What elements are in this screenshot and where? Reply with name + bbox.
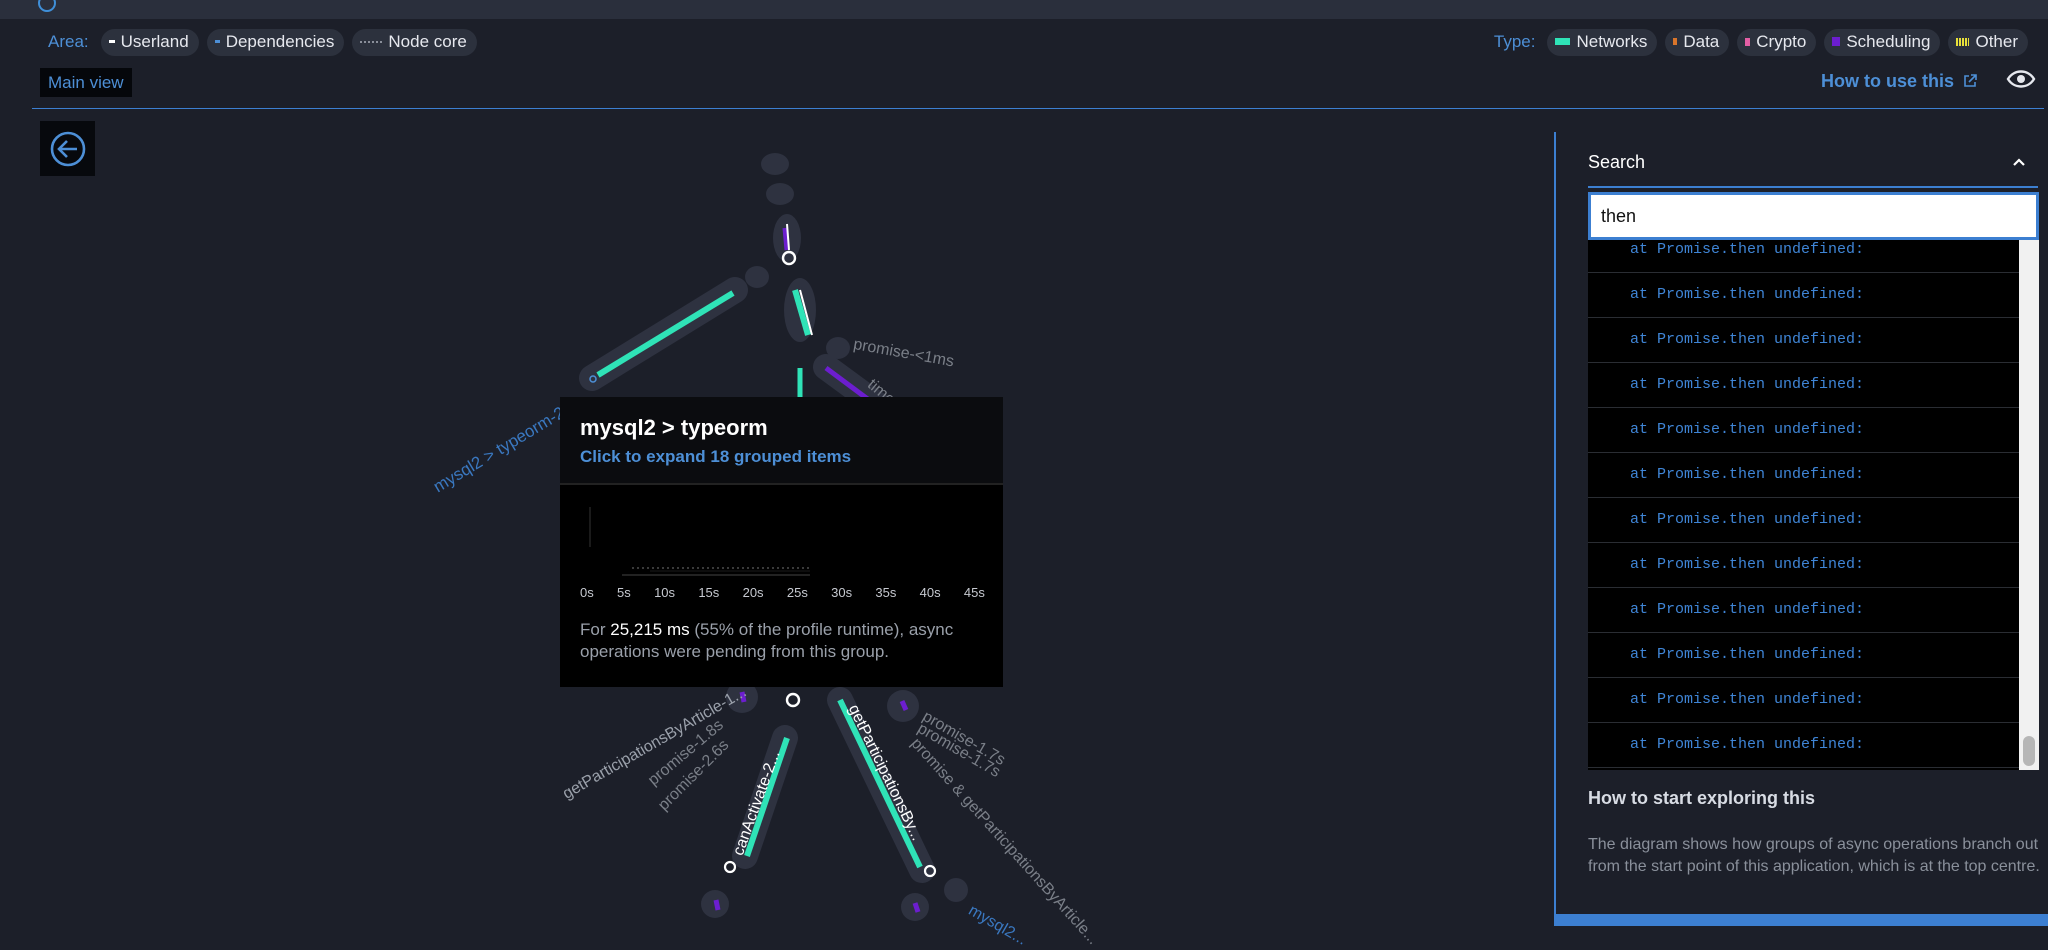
- node-core-swatch-icon: [360, 40, 383, 43]
- node-anchor: [785, 692, 801, 708]
- type-chip-networks[interactable]: Networks: [1547, 28, 1658, 56]
- node-bubble: [761, 153, 789, 175]
- type-chip-scheduling[interactable]: Scheduling: [1824, 28, 1941, 56]
- search-result-item[interactable]: at Promise.then undefined:: [1588, 633, 2019, 678]
- breadcrumb-main-view[interactable]: Main view: [40, 68, 132, 97]
- area-chip-dependencies[interactable]: Dependencies: [206, 28, 345, 56]
- sidebar-bottom-bar: [1556, 914, 2048, 926]
- tick-label: 20s: [742, 585, 764, 600]
- search-result-item[interactable]: at Promise.then undefined:: [1588, 408, 2019, 453]
- tick-label: 10s: [654, 585, 676, 600]
- node-bubble: [944, 878, 968, 902]
- search-result-item[interactable]: at Promise.then undefined:: [1588, 318, 2019, 363]
- type-key: Type: Networks Data Crypto Scheduling Ot…: [1494, 27, 2028, 57]
- tick-label: 45s: [963, 585, 985, 600]
- area-chip-node-core[interactable]: Node core: [352, 28, 477, 56]
- top-strip: [0, 0, 2048, 19]
- area-key-label: Area:: [48, 32, 89, 51]
- search-results[interactable]: at Promise.then undefined: at Promise.th…: [1588, 240, 2039, 770]
- eye-icon[interactable]: [2006, 66, 2036, 92]
- timeline-sparkline: [589, 507, 810, 576]
- type-chip-label: Data: [1683, 31, 1720, 51]
- data-swatch-icon: [1673, 38, 1678, 45]
- results-scrollbar[interactable]: [2019, 240, 2039, 770]
- tick-label: 40s: [919, 585, 941, 600]
- search-result-item[interactable]: at Promise.then undefined:: [1588, 498, 2019, 543]
- scrollbar-thumb[interactable]: [2023, 736, 2035, 766]
- tick-label: 35s: [875, 585, 897, 600]
- type-chip-other[interactable]: Other: [1948, 28, 2028, 56]
- type-chip-label: Crypto: [1756, 31, 1807, 51]
- type-chip-data[interactable]: Data: [1665, 28, 1730, 56]
- tick-label: 25s: [786, 585, 808, 600]
- tick-label: 0s: [580, 585, 594, 600]
- explore-heading: How to start exploring this: [1588, 788, 1816, 808]
- search-result-item[interactable]: at Promise.then undefined:: [1588, 543, 2019, 588]
- search-result-item[interactable]: at Promise.then undefined:: [1588, 273, 2019, 318]
- sidebar: Search at Promise.then undefined: at Pro…: [1554, 132, 2048, 926]
- search-result-item[interactable]: at Promise.then undefined:: [1588, 723, 2019, 768]
- search-result-item[interactable]: at Promise.then undefined:: [1588, 363, 2019, 408]
- tick-label: 15s: [698, 585, 720, 600]
- area-key: Area: Userland Dependencies Node core: [48, 27, 477, 57]
- type-chip-label: Other: [1975, 31, 2018, 51]
- logo-icon: [38, 0, 56, 12]
- node-anchor: [723, 860, 737, 874]
- node-bubble: [745, 266, 769, 288]
- search-result-item[interactable]: at Promise.then undefined:: [1588, 453, 2019, 498]
- tooltip-description: For 25,215 ms (55% of the profile runtim…: [560, 615, 1003, 663]
- search-result-item[interactable]: at Promise.then undefined:: [1588, 678, 2019, 723]
- chevron-up-icon[interactable]: [2010, 142, 2028, 182]
- tooltip-text: For: [580, 620, 611, 639]
- scheduling-swatch-icon: [1832, 37, 1841, 46]
- type-key-label: Type:: [1493, 32, 1536, 51]
- tooltip-title: mysql2 > typeorm: [580, 415, 768, 440]
- tick-label: 5s: [617, 585, 631, 600]
- search-result-item[interactable]: at Promise.then undefined:: [1588, 240, 2019, 273]
- type-chip-label: Networks: [1576, 31, 1648, 51]
- how-to-use-label: How to use this: [1820, 71, 1954, 91]
- node-bubble: [766, 183, 794, 205]
- area-chip-userland[interactable]: Userland: [100, 28, 199, 56]
- area-chip-label: Node core: [388, 31, 467, 51]
- type-chip-crypto[interactable]: Crypto: [1737, 28, 1817, 56]
- search-input[interactable]: [1588, 192, 2039, 240]
- group-tooltip[interactable]: mysql2 > typeorm Click to expand 18 grou…: [560, 397, 1003, 687]
- type-chip-label: Scheduling: [1846, 31, 1931, 51]
- external-link-icon: [1964, 74, 1977, 87]
- search-heading: Search: [1588, 152, 1646, 172]
- network-line: [596, 290, 735, 378]
- search-section-header[interactable]: Search: [1588, 142, 2038, 188]
- crypto-swatch-icon: [1745, 37, 1751, 46]
- header-divider: [32, 108, 2044, 109]
- tooltip-timeline: 0s 5s 10s 15s 20s 25s 30s 35s 40s 45s: [560, 485, 1003, 615]
- dependencies-swatch-icon: [214, 40, 220, 43]
- tick-label: 30s: [831, 585, 853, 600]
- userland-swatch-icon: [108, 40, 115, 43]
- search-result-item[interactable]: at Promise.then undefined:: [1588, 588, 2019, 633]
- networks-swatch-icon: [1555, 38, 1571, 45]
- timeline-axis: 0s 5s 10s 15s 20s 25s 30s 35s 40s 45s: [580, 585, 985, 600]
- expand-link[interactable]: Click to expand 18 grouped items: [580, 447, 983, 467]
- area-chip-label: Userland: [120, 31, 189, 51]
- area-chip-label: Dependencies: [225, 31, 335, 51]
- explore-text: The diagram shows how groups of async op…: [1588, 836, 2040, 875]
- tooltip-header[interactable]: mysql2 > typeorm Click to expand 18 grou…: [560, 397, 1003, 485]
- other-swatch-icon: [1956, 37, 1970, 46]
- how-to-use-link[interactable]: How to use this: [1821, 68, 1978, 94]
- tooltip-duration: 25,215 ms: [610, 620, 690, 639]
